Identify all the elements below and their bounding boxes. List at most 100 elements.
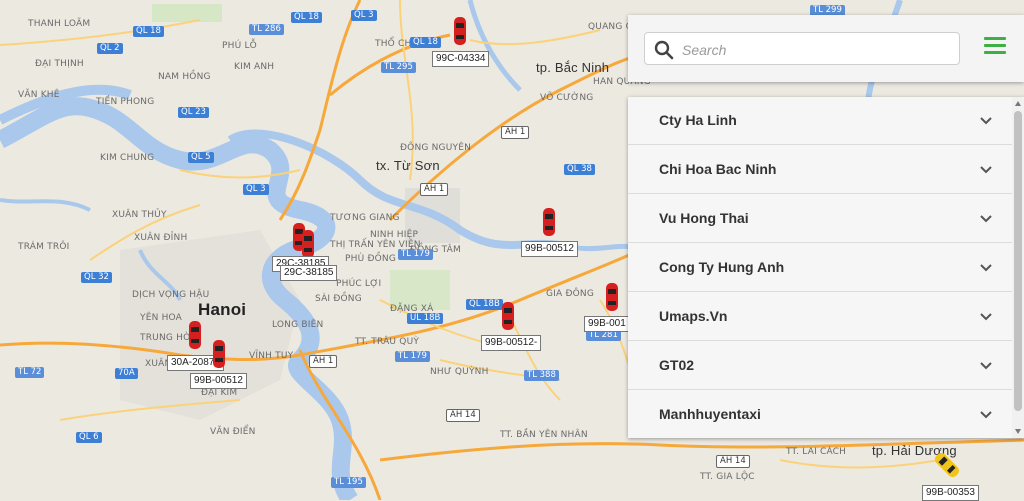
road-shield: QL 2 [97,43,123,54]
place-label: LONG BIÊN [272,320,324,330]
chevron-down-icon [980,264,992,272]
scroll-up-icon[interactable] [1015,101,1021,106]
road-shield: QL 3 [243,184,269,195]
road-shield: TL 179 [395,351,430,362]
chevron-down-icon [980,117,992,125]
chevron-down-icon [980,411,992,419]
vehicle-car-icon[interactable] [605,282,619,312]
place-label: TRÁM TRÔI [18,242,70,252]
place-label: Hanoi [198,300,247,319]
place-label: KIM CHUNG [100,153,155,163]
road-shield: QL 18 [410,37,441,48]
search-icon [654,40,674,60]
place-label: VĂN KHÊ [18,90,60,100]
road-shield: AH 1 [309,355,338,368]
place-label: KIM ANH [234,62,275,72]
road-shield: 70A [115,368,138,379]
vehicle-car-icon[interactable] [212,339,226,369]
road-shield: TL 286 [249,24,284,35]
road-shield: QL 38 [564,164,595,175]
place-label: PHÚC LỢI [336,279,382,289]
place-label: NAM HỒNG [158,72,211,82]
place-label: NHƯ QUỲNH [430,367,489,377]
vehicle-plate-label[interactable]: 99C-04334 [432,51,490,67]
vehicle-plate-label[interactable]: 99B-001 [584,316,630,332]
place-label: ĐẠI KIM [201,388,238,398]
search-field[interactable] [644,32,960,66]
scroll-thumb[interactable] [1014,111,1022,411]
list-item[interactable]: Cty Ha Linh [628,97,1012,145]
vehicle-car-icon[interactable] [301,229,315,259]
road-shield: QL 5 [188,152,214,163]
search-panel [628,15,1024,82]
group-name: Umaps.Vn [659,308,728,324]
place-label: TT. TRÂU QUỲ [355,337,420,347]
place-label: TT. LAI CÁCH [786,447,847,457]
place-label: PHÙ ĐỒNG [345,254,397,264]
vehicle-plate-label[interactable]: 99B-00353 [922,485,979,501]
road-shield: TL 179 [398,249,433,260]
place-label: VĨNH TUY [249,351,294,361]
group-name: Cty Ha Linh [659,112,737,128]
road-shield: QL 3 [351,10,377,21]
place-label: XUÂN THỦY [112,210,167,220]
vehicle-plate-label[interactable]: 99B-00512- [481,335,542,351]
list-item[interactable]: Cong Ty Hung Anh [628,244,1012,292]
place-label: TƯƠNG GIANG [330,213,400,223]
group-name: Cong Ty Hung Anh [659,259,785,275]
vehicle-car-icon[interactable] [453,16,467,46]
place-label: TT. BẦN YÊN NHÂN [500,430,588,440]
vehicle-plate-label[interactable]: 99B-00512 [521,241,578,257]
group-name: Manhhuyentaxi [659,406,761,422]
list-item[interactable]: GT02 [628,342,1012,390]
road-shield: AH 14 [716,455,750,468]
list-scrollbar[interactable] [1012,97,1024,438]
place-label: PHÚ LỖ [222,41,257,51]
chevron-down-icon [980,166,992,174]
chevron-down-icon [980,362,992,370]
place-label: tx. Từ Sơn [376,158,440,173]
road-shield: TL 195 [331,477,366,488]
group-name: GT02 [659,357,695,373]
place-label: TT. GIA LỘC [700,472,755,482]
vehicle-plate-label[interactable]: 99B-00512 [190,373,247,389]
list-item[interactable]: Umaps.Vn [628,293,1012,341]
list-item[interactable]: Chi Hoa Bac Ninh [628,146,1012,194]
road-shield: TL 388 [524,370,559,381]
place-label: GIA ĐÔNG [546,289,595,299]
search-input[interactable] [680,33,954,66]
place-label: XUÂN ĐỈNH [134,233,188,243]
hamburger-menu-icon[interactable] [984,37,1006,57]
place-label: DỊCH VỌNG HẬU [132,290,210,300]
place-label: tp. Bắc Ninh [536,60,610,75]
place-label: ĐÔNG NGUYÊN [400,143,472,153]
place-label: SÀI ĐỒNG [315,294,362,304]
road-shield: TL 295 [381,62,416,73]
scroll-down-icon[interactable] [1015,429,1021,434]
road-shield: TL 72 [15,367,45,378]
place-label: ĐẠI THỊNH [35,59,84,69]
list-item[interactable]: Manhhuyentaxi [628,391,1012,438]
list-item[interactable]: Vu Hong Thai [628,195,1012,243]
road-shield: QL 32 [81,272,112,283]
road-shield: AH 1 [420,183,449,196]
road-shield: UL 18B [407,313,444,324]
place-label: NINH HIỆP [370,230,419,240]
road-shield: QL 18 [133,26,164,37]
place-label: VÕ CƯỜNG [540,93,594,103]
place-label: YÊN HOA [140,313,183,323]
place-label: VĂN ĐIỂN [210,427,256,437]
road-shield: QL 18 [291,12,322,23]
group-name: Chi Hoa Bac Ninh [659,161,777,177]
group-name: Vu Hong Thai [659,210,749,226]
road-shield: AH 14 [446,409,480,422]
chevron-down-icon [980,215,992,223]
vehicle-group-list: Cty Ha Linh Chi Hoa Bac Ninh Vu Hong Tha… [628,97,1024,438]
vehicle-car-icon[interactable] [188,320,202,350]
road-shield: AH 1 [501,126,530,139]
vehicle-car-icon[interactable] [542,207,556,237]
vehicle-car-icon[interactable] [501,301,515,331]
chevron-down-icon [980,313,992,321]
road-shield: QL 6 [76,432,102,443]
vehicle-plate-label[interactable]: 29C-38185 [280,265,338,281]
